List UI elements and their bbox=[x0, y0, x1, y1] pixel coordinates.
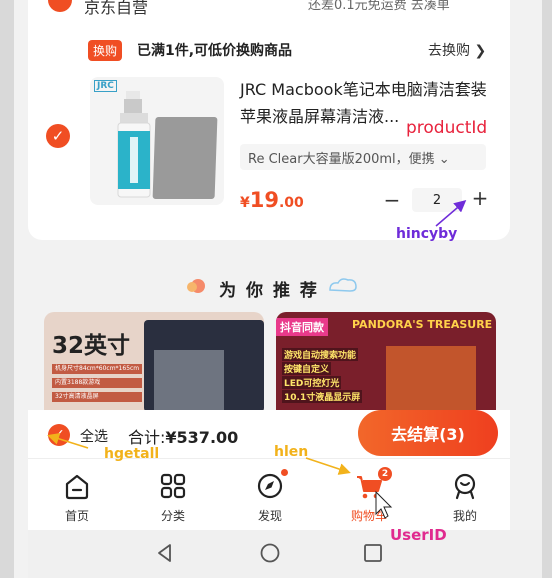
nav-home[interactable]: 首页 bbox=[42, 471, 112, 524]
nav-label: 购物车 bbox=[350, 509, 387, 523]
exchange-link[interactable]: 去换购 ❯ bbox=[428, 40, 486, 60]
game-screenshot-image bbox=[386, 346, 476, 412]
recommend-card-pandora[interactable]: 抖音同款 PANDORA'S TREASURE 游戏自动搜索功能 按键自定义 L… bbox=[276, 312, 496, 412]
recommend-card-arcade[interactable]: 32英寸 机身尺寸84cm*60cm*165cm 内置3188款游戏 32寸高清… bbox=[44, 312, 264, 412]
shop-header-row: 京东自营 还差0.1元免运费 去凑单 bbox=[28, 0, 510, 22]
item-checkbox[interactable]: ✓ bbox=[46, 124, 70, 148]
recents-icon[interactable] bbox=[362, 542, 384, 564]
promo-text: 已满1件,可低价换购商品 bbox=[137, 43, 293, 59]
nav-label: 首页 bbox=[64, 509, 89, 523]
nav-label: 发现 bbox=[257, 509, 282, 523]
phone-screen: 京东自营 还差0.1元免运费 去凑单 换购 已满1件,可低价换购商品 去换购 ❯… bbox=[0, 0, 552, 578]
price-currency: ¥ bbox=[240, 195, 250, 211]
card-banner: PANDORA'S TREASURE bbox=[352, 318, 493, 331]
product-price: ¥19.00 bbox=[240, 188, 304, 212]
price-integer: 19 bbox=[249, 188, 279, 212]
arcade-machine-image bbox=[144, 320, 264, 412]
category-icon bbox=[160, 473, 186, 499]
select-all-label[interactable]: 全选 bbox=[80, 426, 108, 446]
card-spec: 32寸高清液晶屏 bbox=[52, 392, 142, 402]
nav-cart[interactable]: 2 购物车 bbox=[334, 467, 404, 524]
card-headline: 32英寸 bbox=[52, 333, 131, 359]
shop-name[interactable]: 京东自营 bbox=[84, 0, 148, 18]
home-icon bbox=[65, 474, 89, 500]
select-all-checkbox[interactable]: ✓ bbox=[48, 424, 70, 446]
spray-bottle-image bbox=[117, 91, 151, 198]
home-button-icon[interactable] bbox=[259, 542, 281, 564]
variant-selector[interactable]: Re Clear大容量版200ml，便携 ⌄ bbox=[240, 144, 486, 170]
notification-dot bbox=[281, 469, 288, 476]
card-spec: 内置3188款游戏 bbox=[52, 378, 142, 388]
compass-icon bbox=[257, 473, 283, 499]
quantity-input[interactable] bbox=[412, 188, 462, 212]
annotation-user-id: UserID bbox=[390, 526, 447, 544]
free-shipping-hint[interactable]: 还差0.1元免运费 去凑单 bbox=[308, 0, 450, 13]
cart-count-badge: 2 bbox=[378, 467, 392, 481]
user-icon bbox=[454, 473, 476, 500]
nav-mine[interactable]: 我的 bbox=[430, 471, 500, 524]
annotation-hgetall: hgetall bbox=[104, 446, 160, 462]
total-price: 合计:¥537.00 bbox=[128, 424, 238, 448]
card-feature: LED可控灯光 bbox=[282, 376, 342, 389]
total-amount: ¥537.00 bbox=[165, 428, 239, 447]
bottom-nav: 首页 分类 发现 2 购物车 我的 bbox=[28, 458, 510, 530]
back-icon[interactable] bbox=[154, 542, 176, 564]
douyin-tag: 抖音同款 bbox=[276, 318, 328, 336]
card-feature: 游戏自动搜索功能 bbox=[282, 348, 359, 361]
cleaning-cloth-image bbox=[152, 117, 218, 199]
annotation-hincrby: hincyby bbox=[396, 226, 458, 242]
nav-label: 我的 bbox=[452, 509, 477, 523]
system-nav-bar bbox=[28, 530, 542, 578]
recommend-title: 为 你 推 荐 bbox=[219, 281, 319, 301]
price-decimal: .00 bbox=[278, 195, 304, 211]
annotation-hlen: hlen bbox=[274, 444, 309, 460]
card-feature: 按键自定义 bbox=[282, 362, 332, 375]
card-feature: 10.1寸液晶显示屏 bbox=[282, 390, 363, 403]
settlement-bar: ✓ 全选 合计:¥537.00 去结算(3) bbox=[28, 410, 510, 458]
quantity-plus-button[interactable]: + bbox=[470, 186, 490, 210]
promo-tag: 换购 bbox=[88, 40, 123, 61]
nav-discover[interactable]: 发现 bbox=[235, 469, 305, 524]
product-image[interactable]: JRC bbox=[90, 77, 224, 205]
total-label: 合计: bbox=[128, 428, 166, 447]
quantity-minus-button[interactable]: − bbox=[382, 188, 402, 212]
shop-checkbox[interactable] bbox=[48, 0, 72, 12]
annotation-product-id: productId bbox=[406, 118, 488, 138]
card-spec: 机身尺寸84cm*60cm*165cm bbox=[52, 364, 142, 374]
decor-cloud-icon bbox=[329, 278, 357, 292]
nav-category[interactable]: 分类 bbox=[138, 471, 208, 524]
nav-label: 分类 bbox=[160, 509, 185, 523]
checkout-button[interactable]: 去结算(3) bbox=[358, 410, 498, 456]
